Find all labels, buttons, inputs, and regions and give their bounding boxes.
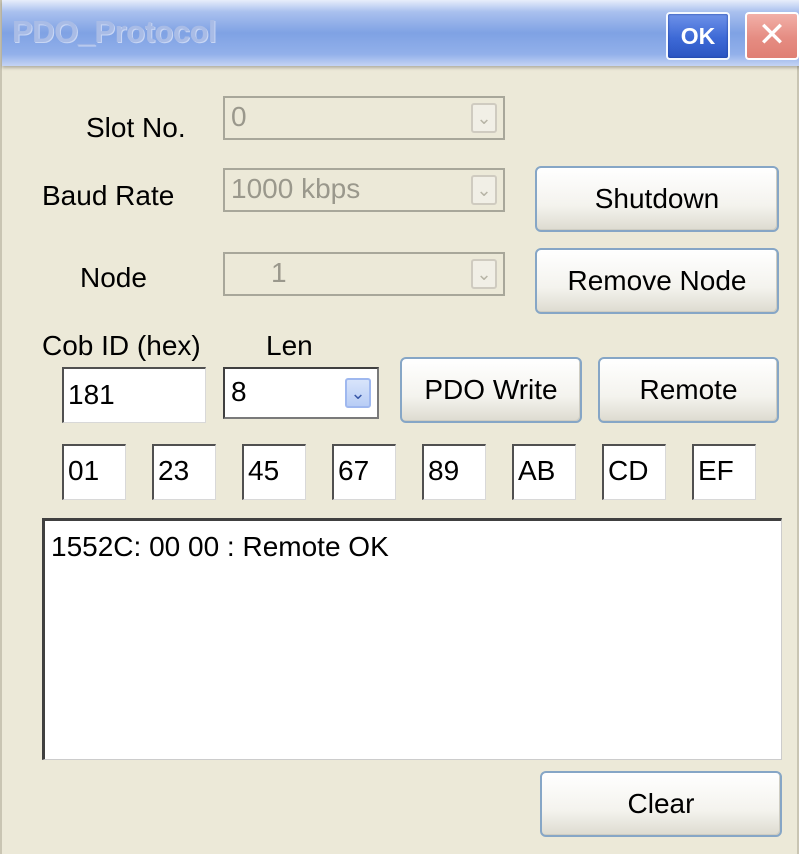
chevron-down-icon: ⌄ — [471, 259, 497, 289]
data-byte-4-input[interactable]: 67 — [332, 444, 396, 500]
ok-button[interactable]: OK — [666, 12, 730, 60]
shutdown-button[interactable]: Shutdown — [535, 166, 779, 232]
remote-button[interactable]: Remote — [598, 357, 779, 423]
slot-no-label: Slot No. — [86, 112, 186, 143]
data-byte-3-input[interactable]: 45 — [242, 444, 306, 500]
node-value: 1 — [271, 257, 287, 288]
data-byte-7-input[interactable]: CD — [602, 444, 666, 500]
data-byte-2-input[interactable]: 23 — [152, 444, 216, 500]
baud-rate-select: 1000 kbps ⌄ — [223, 168, 505, 212]
data-byte-6-input[interactable]: AB — [512, 444, 576, 500]
remove-node-button[interactable]: Remove Node — [535, 248, 779, 314]
window-title: PDO_Protocol — [12, 14, 217, 49]
data-byte-1-input[interactable]: 01 — [62, 444, 126, 500]
data-byte-8-input[interactable]: EF — [692, 444, 756, 500]
slot-no-select: 0 ⌄ — [223, 96, 505, 140]
close-icon: ✕ — [757, 16, 787, 54]
output-line: 1552C: 00 00 : Remote OK — [51, 531, 389, 562]
chevron-down-icon: ⌄ — [471, 103, 497, 133]
node-label: Node — [80, 262, 147, 293]
chevron-down-icon: ⌄ — [471, 175, 497, 205]
len-label: Len — [266, 330, 313, 361]
len-value: 8 — [231, 376, 247, 407]
pdo-protocol-dialog: PDO_Protocol OK ✕ Slot No. 0 ⌄ Baud Rate… — [0, 0, 799, 854]
cob-id-input[interactable]: 181 — [62, 367, 206, 423]
data-byte-5-input[interactable]: 89 — [422, 444, 486, 500]
slot-no-value: 0 — [231, 101, 247, 132]
close-button[interactable]: ✕ — [745, 12, 799, 60]
node-select: 1 ⌄ — [223, 252, 505, 296]
pdo-write-button[interactable]: PDO Write — [400, 357, 582, 423]
cob-id-label: Cob ID (hex) — [42, 330, 201, 361]
output-log[interactable]: 1552C: 00 00 : Remote OK — [42, 518, 782, 760]
len-select[interactable]: 8 ⌄ — [223, 367, 379, 419]
title-bar: PDO_Protocol OK ✕ — [2, 0, 799, 66]
chevron-down-icon[interactable]: ⌄ — [345, 378, 371, 408]
baud-rate-label: Baud Rate — [42, 180, 175, 211]
clear-button[interactable]: Clear — [540, 771, 782, 837]
baud-rate-value: 1000 kbps — [231, 173, 361, 204]
